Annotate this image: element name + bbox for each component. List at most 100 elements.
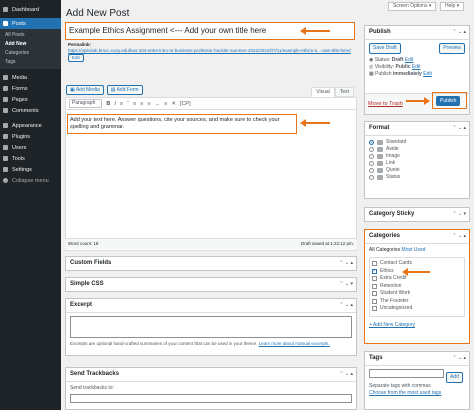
publish-button[interactable]: Publish bbox=[436, 96, 461, 106]
menu-forms[interactable]: Forms bbox=[0, 83, 61, 94]
choose-tags-link[interactable]: Choose from the most used tags bbox=[369, 390, 441, 396]
format-option-label: Image bbox=[386, 153, 400, 159]
box-controls-icon[interactable]: ⌃ ⌄ ▴ bbox=[452, 230, 466, 243]
category-item[interactable]: Uncategorized bbox=[372, 305, 462, 313]
submenu-categories[interactable]: Categories bbox=[0, 49, 61, 58]
move-to-trash-link[interactable]: Move to Trash bbox=[368, 101, 403, 107]
menu-comments[interactable]: Comments bbox=[0, 105, 61, 116]
media-buttons: ▣ Add Media ▤ Add Form bbox=[66, 85, 143, 95]
box-controls-icon[interactable]: ⌃ ⌄ ▴ bbox=[452, 352, 466, 365]
radio-button[interactable] bbox=[369, 161, 374, 166]
help-button[interactable]: Help ▾ bbox=[440, 2, 465, 11]
category-item[interactable]: Retention bbox=[372, 283, 462, 291]
trackbacks-header[interactable]: Send Trackbacks ⌃ ⌄ ▴ bbox=[66, 368, 356, 382]
box-controls-icon[interactable]: ⌃ ⌄ ▾ bbox=[452, 208, 466, 221]
blockquote-icon[interactable]: “ bbox=[127, 101, 129, 107]
box-controls-icon[interactable]: ⌃ ⌄ ▾ bbox=[339, 278, 353, 291]
menu-plugins[interactable]: Plugins bbox=[0, 131, 61, 142]
menu-tools[interactable]: Tools bbox=[0, 153, 61, 164]
format-option-standard[interactable]: Standard bbox=[369, 139, 465, 146]
format-quote-icon bbox=[377, 168, 383, 173]
menu-media[interactable]: Media bbox=[0, 72, 61, 83]
categories-header[interactable]: Categories ⌃ ⌄ ▴ bbox=[365, 230, 469, 244]
link-icon[interactable]: → bbox=[155, 101, 161, 107]
box-controls-icon[interactable]: ⌃ ⌄ ▴ bbox=[339, 299, 353, 312]
menu-dashboard[interactable]: Dashboard bbox=[0, 4, 61, 15]
publish-header[interactable]: Publish ⌃ ⌄ ▴ bbox=[365, 26, 469, 40]
menu-appearance[interactable]: Appearance bbox=[0, 120, 61, 131]
box-controls-icon[interactable]: ⌃ ⌄ ▴ bbox=[452, 26, 466, 39]
checkbox[interactable] bbox=[372, 261, 377, 267]
tags-body: Add Separate tags with commas Choose fro… bbox=[365, 366, 469, 400]
radio-button[interactable] bbox=[369, 168, 374, 173]
menu-posts[interactable]: Posts bbox=[0, 18, 61, 29]
align-left-icon[interactable]: ≡ bbox=[133, 101, 136, 107]
word-count: Word count: 18 bbox=[68, 241, 99, 246]
align-center-icon[interactable]: ≡ bbox=[140, 101, 143, 107]
checkbox[interactable] bbox=[372, 283, 377, 289]
fullscreen-icon[interactable]: ✕ bbox=[171, 101, 176, 107]
collapse-menu[interactable]: Collapse menu bbox=[0, 175, 61, 186]
visibility-edit-link[interactable]: Edit bbox=[412, 64, 421, 70]
radio-button[interactable] bbox=[369, 154, 374, 159]
cp-button[interactable]: [CP] bbox=[180, 101, 191, 107]
toolbar-toggle-icon[interactable]: ≡ bbox=[164, 101, 167, 107]
radio-button[interactable] bbox=[369, 140, 374, 145]
bullet-list-icon[interactable]: ≡ bbox=[120, 101, 123, 107]
status-edit-link[interactable]: Edit bbox=[405, 57, 414, 63]
menu-users[interactable]: Users bbox=[0, 142, 61, 153]
excerpt-header[interactable]: Excerpt ⌃ ⌄ ▴ bbox=[66, 299, 356, 313]
tab-text[interactable]: Text bbox=[334, 87, 354, 97]
format-option-quote[interactable]: Quote bbox=[369, 167, 465, 174]
format-select[interactable]: Paragraph bbox=[69, 99, 103, 108]
checkbox[interactable] bbox=[372, 276, 377, 282]
format-header[interactable]: Format ⌃ ⌄ ▴ bbox=[365, 122, 469, 136]
align-right-icon[interactable]: ≡ bbox=[147, 101, 150, 107]
preview-button[interactable]: Preview bbox=[439, 43, 465, 54]
simple-css-header[interactable]: Simple CSS ⌃ ⌄ ▾ bbox=[66, 278, 356, 292]
checkbox[interactable]: ✓ bbox=[372, 268, 377, 274]
box-controls-icon[interactable]: ⌃ ⌄ ▴ bbox=[339, 368, 353, 381]
custom-fields-header[interactable]: Custom Fields ⌃ ⌄ ▴ bbox=[66, 257, 356, 271]
add-media-button[interactable]: ▣ Add Media bbox=[66, 85, 104, 95]
format-option-link[interactable]: Link bbox=[369, 160, 465, 167]
italic-icon[interactable]: I bbox=[114, 101, 116, 107]
category-item[interactable]: Student Work bbox=[372, 290, 462, 298]
menu-settings[interactable]: Settings bbox=[0, 164, 61, 175]
add-new-category-link[interactable]: + Add New Category bbox=[369, 322, 415, 328]
tab-most-used[interactable]: Most Used bbox=[402, 247, 426, 253]
tags-input[interactable] bbox=[369, 369, 444, 378]
format-option-status[interactable]: Status bbox=[369, 174, 465, 181]
format-option-image[interactable]: Image bbox=[369, 153, 465, 160]
tab-visual[interactable]: Visual bbox=[311, 87, 335, 97]
post-content[interactable]: Add your text here. Answer questions, ci… bbox=[67, 114, 297, 134]
format-option-aside[interactable]: Aside bbox=[369, 146, 465, 153]
submenu-tags[interactable]: Tags bbox=[0, 58, 61, 67]
menu-label: Appearance bbox=[12, 122, 42, 129]
category-item[interactable]: The Founder bbox=[372, 298, 462, 306]
permalink-url[interactable]: https://openlab.bmcc.cuny.edu/bus-104-e0… bbox=[68, 48, 351, 53]
submenu-add-new[interactable]: Add New bbox=[0, 40, 61, 49]
menu-pages[interactable]: Pages bbox=[0, 94, 61, 105]
excerpt-textarea[interactable] bbox=[70, 316, 352, 338]
submenu-all-posts[interactable]: All Posts bbox=[0, 31, 61, 40]
bold-icon[interactable]: B bbox=[106, 101, 110, 107]
screen-options-button[interactable]: Screen Options ▾ bbox=[388, 2, 437, 11]
excerpt-learn-more-link[interactable]: Learn more about manual excerpts. bbox=[259, 341, 330, 346]
trackbacks-input[interactable] bbox=[70, 394, 352, 403]
radio-button[interactable] bbox=[369, 175, 374, 180]
box-controls-icon[interactable]: ⌃ ⌄ ▴ bbox=[339, 257, 353, 270]
save-draft-button[interactable]: Save Draft bbox=[369, 43, 401, 54]
checkbox[interactable] bbox=[372, 306, 377, 312]
checkbox[interactable] bbox=[372, 298, 377, 304]
radio-button[interactable] bbox=[369, 147, 374, 152]
schedule-edit-link[interactable]: Edit bbox=[423, 71, 432, 77]
tags-header[interactable]: Tags ⌃ ⌄ ▴ bbox=[365, 352, 469, 366]
box-controls-icon[interactable]: ⌃ ⌄ ▴ bbox=[452, 122, 466, 135]
add-tag-button[interactable]: Add bbox=[446, 372, 463, 383]
category-sticky-header[interactable]: Category Sticky ⌃ ⌄ ▾ bbox=[365, 208, 469, 222]
permalink-edit-button[interactable]: Edit bbox=[68, 54, 84, 62]
tab-all-categories[interactable]: All Categories bbox=[369, 247, 400, 253]
checkbox[interactable] bbox=[372, 291, 377, 297]
add-form-button[interactable]: ▤ Add Form bbox=[106, 85, 143, 95]
